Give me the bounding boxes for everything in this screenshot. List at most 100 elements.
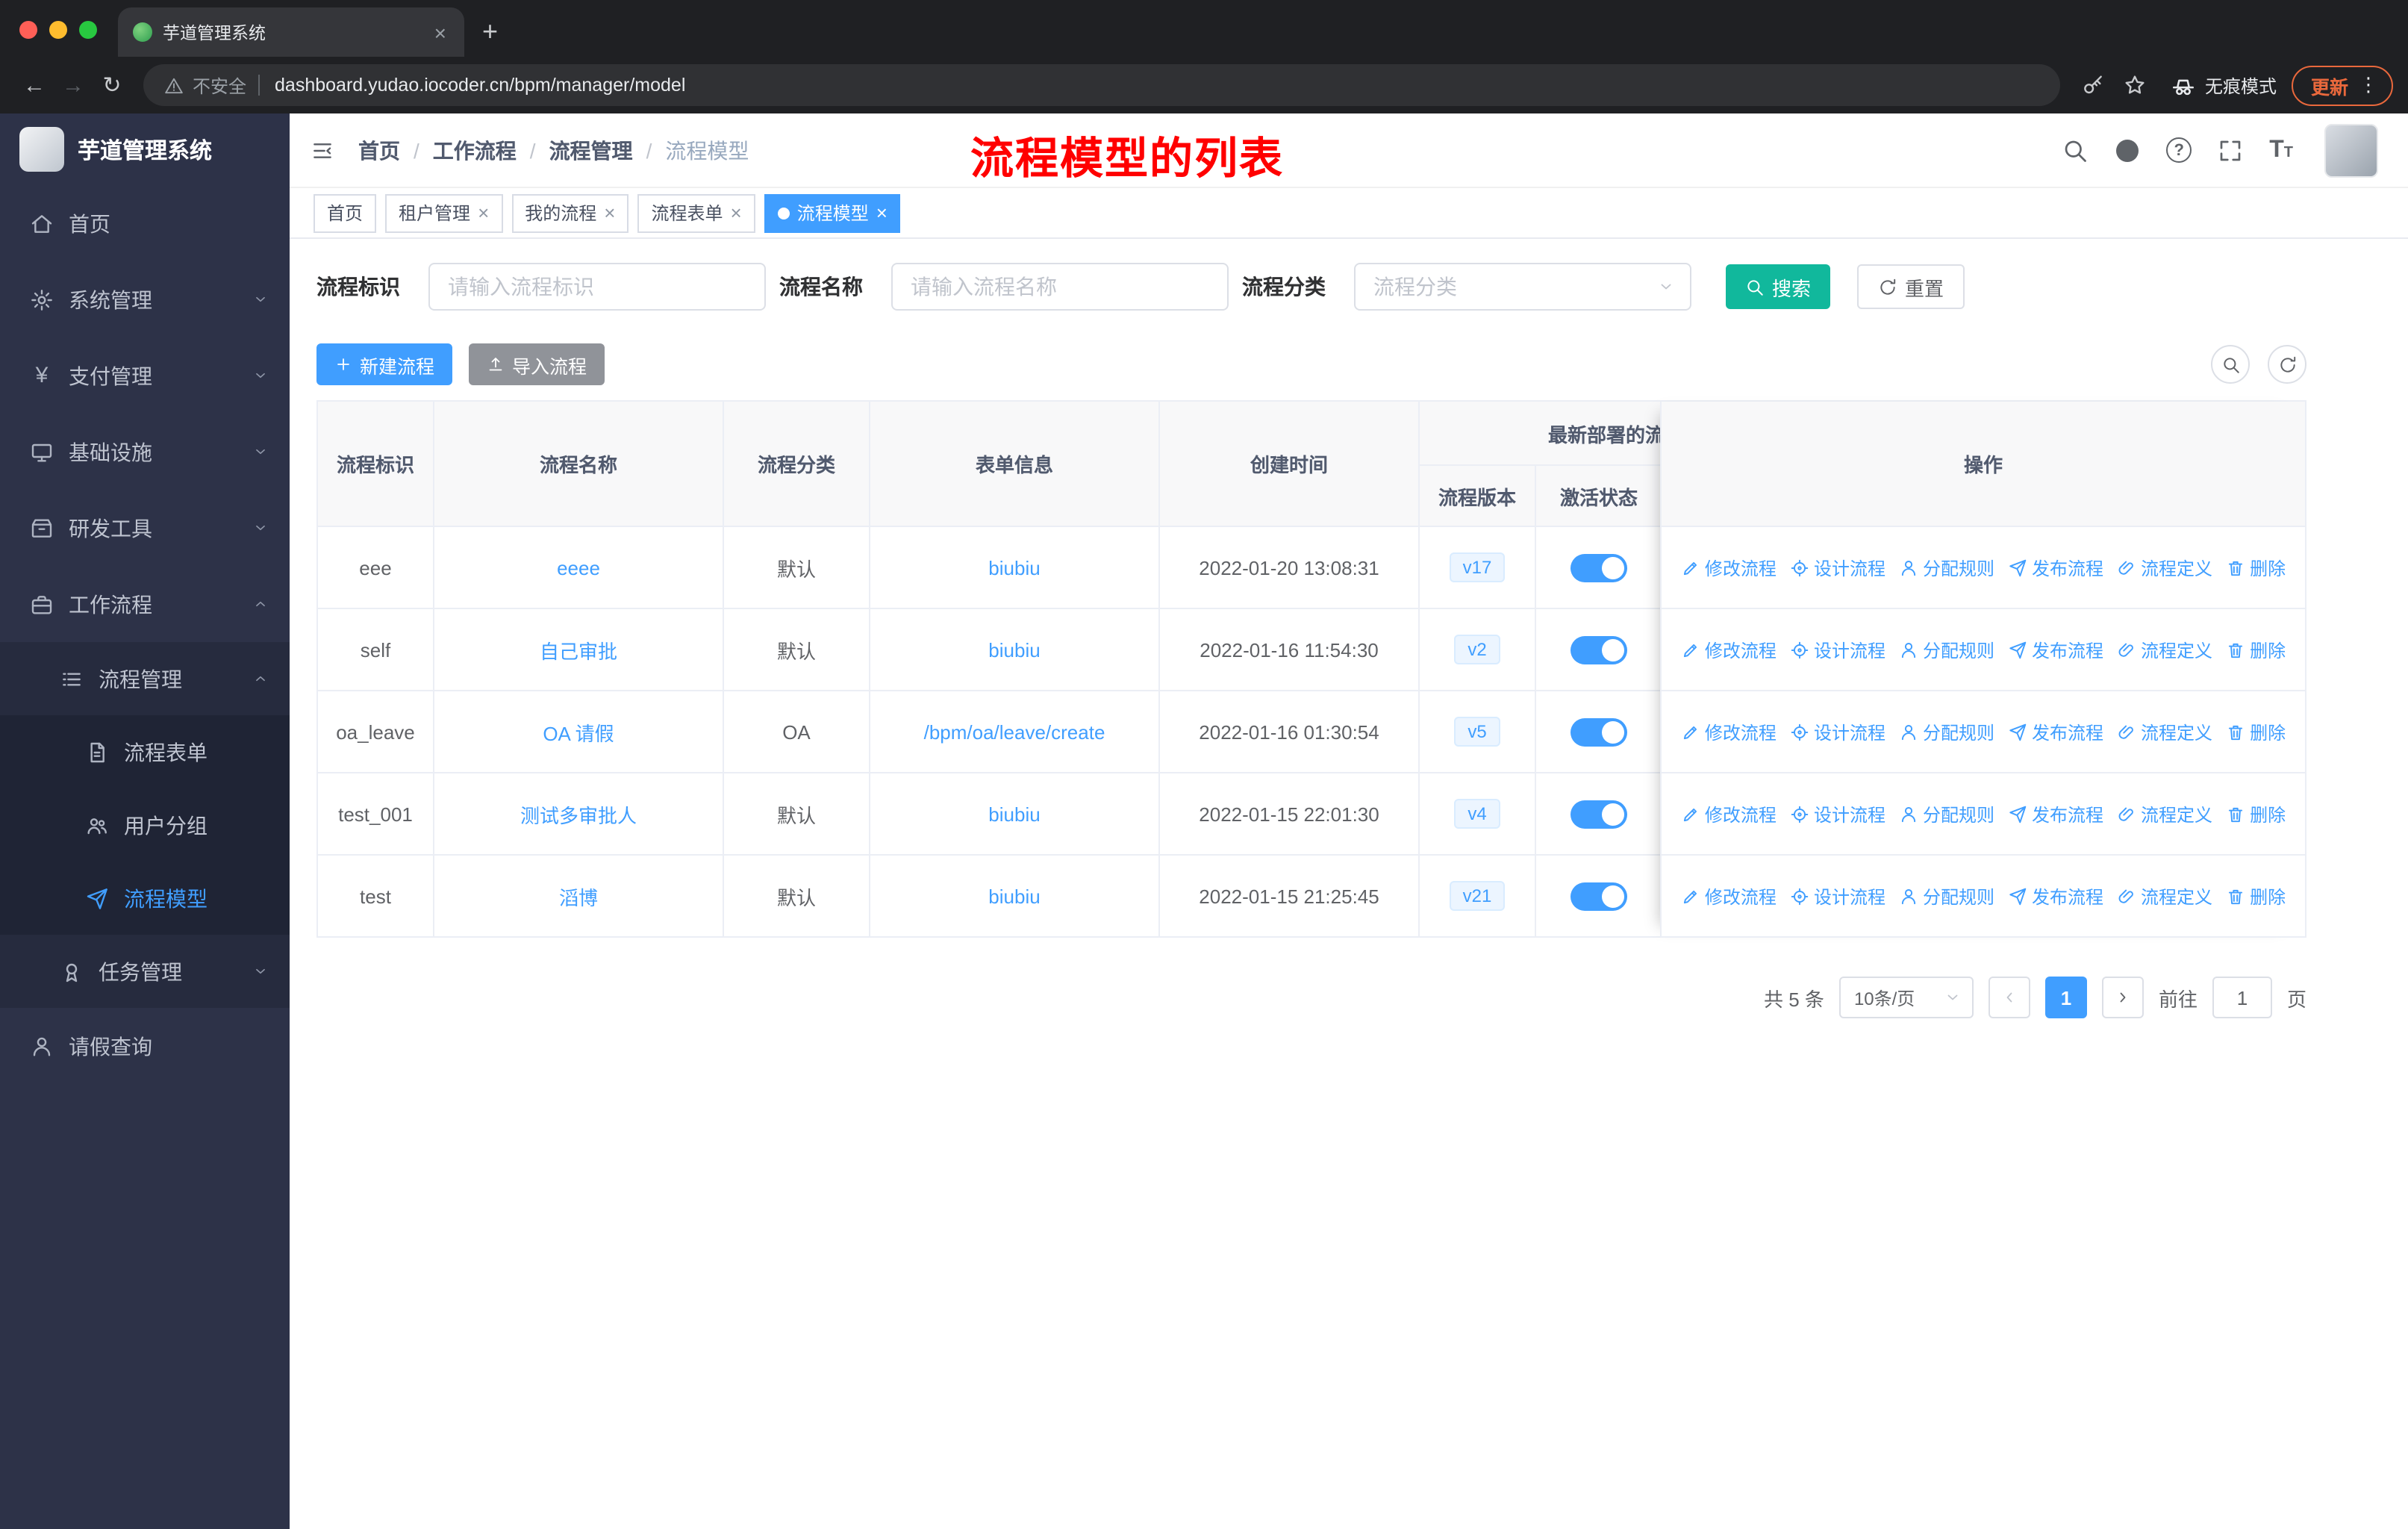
action-delete-link[interactable]: 删除 xyxy=(2226,883,2286,909)
action-assign-link[interactable]: 分配规则 xyxy=(1899,637,1994,662)
create-process-button[interactable]: 新建流程 xyxy=(316,343,453,385)
version-badge[interactable]: v21 xyxy=(1449,881,1506,911)
sidebar-item-workflow[interactable]: 工作流程 xyxy=(0,566,290,642)
breadcrumb-process-management[interactable]: 流程管理 xyxy=(549,135,633,165)
action-publish-link[interactable]: 发布流程 xyxy=(2008,719,2103,744)
process-name-link[interactable]: OA 请假 xyxy=(434,691,724,773)
sidebar-item-devtools[interactable]: 研发工具 xyxy=(0,490,290,566)
sidebar-item-task-management[interactable]: 任务管理 xyxy=(0,935,290,1008)
process-category-select[interactable]: 流程分类 xyxy=(1354,263,1691,311)
bookmark-star-icon[interactable] xyxy=(2123,73,2147,97)
page-size-select[interactable]: 10条/页 xyxy=(1838,977,1974,1018)
tag-process-form[interactable]: 流程表单 × xyxy=(637,193,755,232)
process-name-input[interactable] xyxy=(891,263,1229,311)
sidebar-item-process-model[interactable]: 流程模型 xyxy=(0,862,290,935)
action-definition-link[interactable]: 流程定义 xyxy=(2117,801,2212,826)
current-page[interactable]: 1 xyxy=(2044,977,2087,1018)
search-button[interactable]: 搜索 xyxy=(1726,264,1831,309)
action-assign-link[interactable]: 分配规则 xyxy=(1899,555,1994,580)
tag-my-process[interactable]: 我的流程 × xyxy=(511,193,629,232)
fullscreen-icon[interactable] xyxy=(2217,137,2244,164)
action-definition-link[interactable]: 流程定义 xyxy=(2117,637,2212,662)
version-badge[interactable]: v2 xyxy=(1454,635,1500,664)
active-toggle[interactable] xyxy=(1570,717,1627,746)
goto-page-input[interactable] xyxy=(2212,977,2272,1018)
sidebar-item-payment[interactable]: ¥ 支付管理 xyxy=(0,337,290,414)
breadcrumb-workflow[interactable]: 工作流程 xyxy=(433,135,517,165)
process-name-link[interactable]: 自己审批 xyxy=(434,609,724,691)
action-edit-link[interactable]: 修改流程 xyxy=(1681,555,1777,580)
action-edit-link[interactable]: 修改流程 xyxy=(1681,801,1777,826)
form-link[interactable]: biubiu xyxy=(870,609,1160,691)
action-definition-link[interactable]: 流程定义 xyxy=(2117,555,2212,580)
process-name-link[interactable]: eeee xyxy=(434,527,724,609)
action-publish-link[interactable]: 发布流程 xyxy=(2008,555,2103,580)
action-design-link[interactable]: 设计流程 xyxy=(1790,883,1885,909)
action-publish-link[interactable]: 发布流程 xyxy=(2008,883,2103,909)
action-delete-link[interactable]: 删除 xyxy=(2226,555,2286,580)
action-publish-link[interactable]: 发布流程 xyxy=(2008,637,2103,662)
browser-tab[interactable]: 芋道管理系统 × xyxy=(118,7,464,57)
form-link[interactable]: /bpm/oa/leave/create xyxy=(870,691,1160,773)
password-key-icon[interactable] xyxy=(2081,73,2105,97)
active-toggle[interactable] xyxy=(1570,553,1627,582)
action-design-link[interactable]: 设计流程 xyxy=(1790,719,1885,744)
close-icon[interactable]: × xyxy=(604,203,615,222)
sidebar-item-home[interactable]: 首页 xyxy=(0,185,290,261)
browser-menu-icon[interactable]: ⋮ xyxy=(2359,73,2378,97)
refresh-table-button[interactable] xyxy=(2268,345,2306,384)
tag-home[interactable]: 首页 xyxy=(314,193,377,232)
close-window-button[interactable] xyxy=(19,21,37,39)
font-size-icon[interactable]: TT xyxy=(2269,137,2293,162)
action-edit-link[interactable]: 修改流程 xyxy=(1681,883,1777,909)
app-logo[interactable]: 芋道管理系统 xyxy=(0,113,290,185)
active-toggle[interactable] xyxy=(1570,882,1627,910)
action-publish-link[interactable]: 发布流程 xyxy=(2008,801,2103,826)
action-delete-link[interactable]: 删除 xyxy=(2226,637,2286,662)
sidebar-collapse-icon[interactable] xyxy=(311,138,334,162)
reset-button[interactable]: 重置 xyxy=(1857,264,1965,309)
action-edit-link[interactable]: 修改流程 xyxy=(1681,719,1777,744)
chrome-update-button[interactable]: 更新 ⋮ xyxy=(2291,65,2393,105)
tab-close-icon[interactable]: × xyxy=(431,22,449,43)
prev-page-button[interactable] xyxy=(1988,977,2030,1018)
tag-tenant[interactable]: 租户管理 × xyxy=(385,193,503,232)
version-badge[interactable]: v17 xyxy=(1449,552,1506,582)
new-tab-button[interactable]: + xyxy=(482,16,498,48)
sidebar-item-user-group[interactable]: 用户分组 xyxy=(0,788,290,862)
action-design-link[interactable]: 设计流程 xyxy=(1790,801,1885,826)
github-icon[interactable] xyxy=(2114,137,2141,164)
search-icon[interactable] xyxy=(2062,137,2089,164)
close-icon[interactable]: × xyxy=(731,203,742,222)
form-link[interactable]: biubiu xyxy=(870,527,1160,609)
close-icon[interactable]: × xyxy=(478,203,489,222)
action-assign-link[interactable]: 分配规则 xyxy=(1899,801,1994,826)
version-badge[interactable]: v5 xyxy=(1454,717,1500,747)
tag-process-model[interactable]: 流程模型 × xyxy=(764,193,901,232)
close-icon[interactable]: × xyxy=(876,203,888,222)
action-design-link[interactable]: 设计流程 xyxy=(1790,637,1885,662)
import-process-button[interactable]: 导入流程 xyxy=(469,343,605,385)
action-edit-link[interactable]: 修改流程 xyxy=(1681,637,1777,662)
forward-button[interactable]: → xyxy=(54,72,93,98)
maximize-window-button[interactable] xyxy=(79,21,97,39)
action-assign-link[interactable]: 分配规则 xyxy=(1899,883,1994,909)
action-delete-link[interactable]: 删除 xyxy=(2226,801,2286,826)
next-page-button[interactable] xyxy=(2101,977,2144,1018)
action-definition-link[interactable]: 流程定义 xyxy=(2117,719,2212,744)
action-delete-link[interactable]: 删除 xyxy=(2226,719,2286,744)
process-name-link[interactable]: 测试多审批人 xyxy=(434,773,724,856)
reload-button[interactable]: ↻ xyxy=(93,72,131,99)
sidebar-item-system[interactable]: 系统管理 xyxy=(0,261,290,337)
form-link[interactable]: biubiu xyxy=(870,856,1160,938)
action-definition-link[interactable]: 流程定义 xyxy=(2117,883,2212,909)
active-toggle[interactable] xyxy=(1570,635,1627,664)
process-id-input[interactable] xyxy=(428,263,766,311)
active-toggle[interactable] xyxy=(1570,800,1627,828)
toggle-search-button[interactable] xyxy=(2211,345,2250,384)
user-avatar[interactable] xyxy=(2324,123,2378,177)
process-name-link[interactable]: 滔博 xyxy=(434,856,724,938)
form-link[interactable]: biubiu xyxy=(870,773,1160,856)
minimize-window-button[interactable] xyxy=(49,21,67,39)
sidebar-item-infrastructure[interactable]: 基础设施 xyxy=(0,414,290,490)
